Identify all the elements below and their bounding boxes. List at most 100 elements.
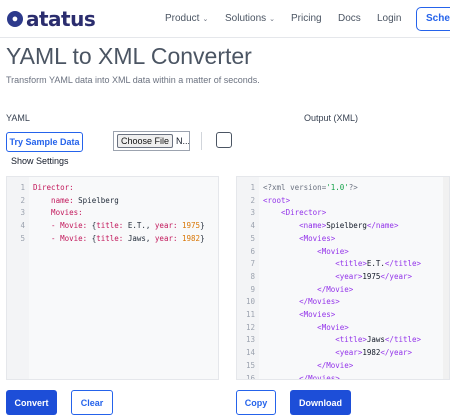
- convert-button[interactable]: Convert: [6, 390, 57, 415]
- code-token: <Movie>: [263, 322, 349, 332]
- code-token: </title>: [384, 259, 422, 269]
- code-text: name: Spielberg: [33, 194, 119, 207]
- output-scrollbar[interactable]: [443, 177, 449, 379]
- nav-login-label: Login: [377, 13, 402, 24]
- code-token: </Movies>: [263, 373, 340, 380]
- try-sample-data-button[interactable]: Try Sample Data: [6, 132, 83, 152]
- line-number: 10: [245, 297, 255, 307]
- code-token: </year>: [380, 271, 413, 281]
- code-text: </Movie>: [263, 359, 353, 372]
- line-number: 15: [245, 360, 255, 370]
- code-token: }: [200, 233, 205, 243]
- code-token: </title>: [384, 335, 422, 345]
- code-token: - Movie:: [33, 233, 92, 243]
- code-token: </Movie>: [263, 284, 354, 294]
- nav-pricing[interactable]: Pricing: [291, 13, 322, 24]
- atatus-logo[interactable]: ● atatus: [7, 7, 96, 31]
- show-settings-link[interactable]: Show Settings: [11, 156, 69, 166]
- code-token: <Movies>: [263, 310, 336, 319]
- code-token: Jaws,: [127, 233, 155, 243]
- line-number: 11: [245, 310, 255, 319]
- line-number: 3: [20, 208, 25, 218]
- code-token: 1975: [362, 271, 381, 281]
- code-text: <title>Jaws</title>: [263, 333, 421, 346]
- option-checkbox[interactable]: [216, 132, 232, 148]
- nav-docs[interactable]: Docs: [338, 13, 361, 24]
- line-number: 16: [245, 373, 255, 380]
- nav-product[interactable]: Product ⌄: [165, 13, 208, 24]
- choose-file-button[interactable]: Choose File: [117, 134, 174, 148]
- code-text: </Movie>: [263, 283, 353, 296]
- code-token: Spielberg: [78, 195, 119, 205]
- page-subtitle: Transform YAML data into XML data within…: [6, 75, 260, 85]
- line-number: 1: [20, 183, 25, 192]
- code-token: title:: [96, 233, 128, 243]
- nav-solutions-label: Solutions: [225, 13, 267, 24]
- logo-text: atatus: [26, 7, 96, 31]
- code-token: name:: [33, 195, 79, 205]
- code-token: <name>: [263, 221, 327, 231]
- nav-docs-label: Docs: [338, 13, 361, 24]
- line-number: 4: [250, 221, 255, 231]
- yaml-input-editor[interactable]: 1 Director: 2 name: Spielberg 3 Movies: 4 - …: [6, 176, 219, 380]
- code-token: ?>: [348, 183, 358, 192]
- code-token: <Movies>: [263, 233, 336, 243]
- xml-output-editor[interactable]: 1 <?xml version='1.0'?> 2 <root> 3 <Director…: [236, 176, 450, 380]
- code-token: </Movie>: [263, 360, 354, 370]
- code-token: <year>: [263, 271, 363, 281]
- code-text: </Movies>: [263, 372, 340, 380]
- nav-login[interactable]: Login: [377, 13, 401, 24]
- code-token: <Director>: [263, 208, 327, 218]
- logo-mark-icon: ●: [7, 11, 23, 27]
- line-number: 8: [250, 271, 255, 281]
- code-text: <Director>: [263, 206, 326, 219]
- chevron-down-icon: ⌄: [202, 15, 209, 23]
- top-nav: ● atatus Product ⌄ Solutions ⌄ Pricing Doc…: [0, 0, 450, 38]
- download-button[interactable]: Download: [290, 390, 351, 415]
- code-token: - Movie:: [33, 221, 92, 231]
- nav-pricing-label: Pricing: [291, 13, 322, 24]
- line-number: 7: [250, 259, 255, 269]
- nav-solutions[interactable]: Solutions ⌄: [225, 13, 275, 24]
- code-token: year:: [154, 233, 183, 243]
- code-token: </year>: [380, 348, 413, 358]
- code-text: - Movie: {title: E.T., year: 1975}: [33, 219, 205, 232]
- line-number: 5: [250, 233, 255, 243]
- code-token: Movies:: [33, 208, 83, 218]
- code-text: Director:: [33, 181, 74, 194]
- toolbar-divider: [201, 132, 202, 150]
- code-token: 1982: [182, 233, 201, 243]
- clear-button[interactable]: Clear: [71, 390, 113, 415]
- copy-button[interactable]: Copy: [236, 390, 276, 415]
- input-label: YAML: [6, 113, 30, 123]
- code-token: <Movie>: [263, 246, 349, 256]
- code-token: Spielberg: [326, 221, 367, 231]
- code-token: E.T.: [366, 259, 385, 269]
- line-number: 2: [20, 195, 25, 205]
- code-token: 1975: [182, 221, 201, 231]
- code-text: <year>1975</year>: [263, 270, 412, 283]
- code-token: title:: [96, 221, 128, 231]
- line-number: 2: [250, 195, 255, 205]
- code-token: 1982: [362, 348, 381, 358]
- code-token: }: [200, 221, 205, 231]
- code-token: E.T.,: [127, 221, 155, 231]
- code-token: Jaws: [366, 335, 385, 345]
- output-label: Output (XML): [304, 113, 359, 123]
- line-number: 6: [250, 246, 255, 256]
- code-text: - Movie: {title: Jaws, year: 1982}: [33, 232, 205, 245]
- code-text: <?xml version='1.0'?>: [263, 181, 358, 194]
- line-number: 3: [250, 208, 255, 218]
- line-number: 14: [245, 348, 255, 358]
- code-token: </name>: [366, 221, 399, 231]
- code-token: year:: [154, 221, 183, 231]
- code-text: <Movie>: [263, 321, 349, 334]
- code-text: Movies:: [33, 206, 83, 219]
- code-token: </Movies>: [263, 297, 340, 307]
- file-input[interactable]: Choose File N...: [113, 131, 190, 151]
- schedule-demo-button[interactable]: Schedule: [416, 7, 450, 31]
- code-text: <Movies>: [263, 232, 335, 245]
- code-text: <Movies>: [263, 308, 335, 321]
- page-title: YAML to XML Converter: [6, 43, 252, 69]
- chevron-down-icon: ⌄: [269, 15, 276, 23]
